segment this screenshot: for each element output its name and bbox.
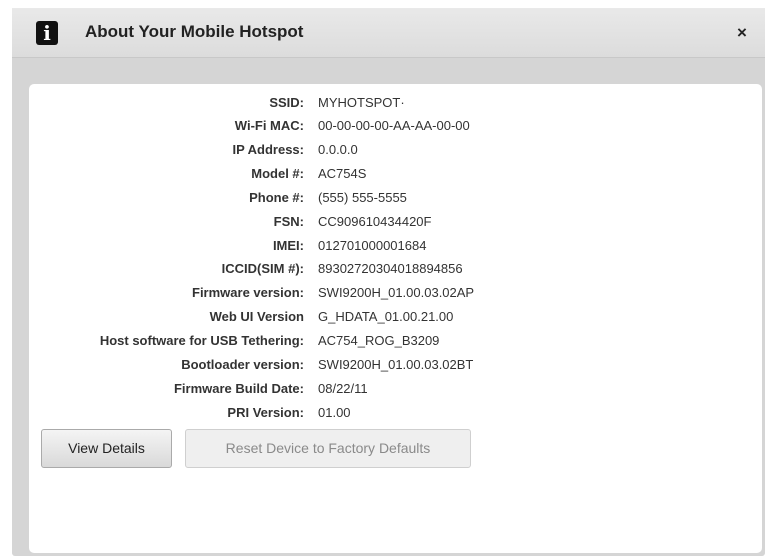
detail-label: Firmware Build Date: <box>173 381 304 396</box>
detail-value: SWI9200H_01.00.03.02BT <box>318 357 474 372</box>
detail-row-firmware-build-date: Firmware Build Date: 08/22/11 <box>29 378 762 400</box>
detail-label: SSID: <box>269 95 304 110</box>
dialog-titlebar: i About Your Mobile Hotspot × <box>12 8 765 58</box>
detail-row-web-ui-version: Web UI Version G_HDATA_01.00.21.00 <box>29 306 762 328</box>
detail-value: SWI9200H_01.00.03.02AP <box>318 285 475 300</box>
detail-label: IP Address: <box>232 142 304 157</box>
detail-row-ip-address: IP Address: 0.0.0.0 <box>29 139 762 161</box>
detail-value: 0.0.0.0 <box>318 142 358 157</box>
detail-label: Web UI Version <box>209 309 304 324</box>
detail-label: Host software for USB Tethering: <box>99 333 304 348</box>
detail-row-wifi-mac: Wi-Fi MAC: 00-00-00-00-AA-AA-00-00 <box>29 115 762 137</box>
detail-value: 01.00 <box>318 405 351 420</box>
detail-label: IMEI: <box>272 238 304 253</box>
detail-label: FSN: <box>273 214 304 229</box>
info-icon: i <box>36 21 58 45</box>
detail-label: Phone #: <box>249 190 304 205</box>
detail-row-pri-version: PRI Version: 01.00 <box>29 402 762 424</box>
detail-value: G_HDATA_01.00.21.00 <box>318 309 454 324</box>
view-details-button[interactable]: View Details <box>41 429 172 468</box>
detail-row-ssid: SSID: MYHOTSPOT· <box>29 92 762 114</box>
detail-row-bootloader-version: Bootloader version: SWI9200H_01.00.03.02… <box>29 354 762 376</box>
dialog-title: About Your Mobile Hotspot <box>85 22 304 41</box>
detail-value: AC754_ROG_B3209 <box>318 333 440 348</box>
detail-row-host-software: Host software for USB Tethering: AC754_R… <box>29 330 762 352</box>
detail-value: 89302720304018894856 <box>318 261 463 276</box>
detail-value: 00-00-00-00-AA-AA-00-00 <box>318 118 470 133</box>
detail-value: CC909610434420F <box>318 214 432 229</box>
detail-value: 012701000001684 <box>318 238 427 253</box>
detail-value: 08/22/11 <box>318 381 368 396</box>
detail-row-fsn: FSN: CC909610434420F <box>29 211 762 233</box>
detail-value: (555) 555-5555 <box>318 190 407 205</box>
detail-label: Firmware version: <box>192 285 304 300</box>
detail-label: Bootloader version: <box>181 357 304 372</box>
detail-row-model: Model #: AC754S <box>29 163 762 185</box>
close-icon[interactable]: × <box>737 23 747 43</box>
detail-value: AC754S <box>318 166 367 181</box>
reset-factory-defaults-button[interactable]: Reset Device to Factory Defaults <box>185 429 471 468</box>
about-hotspot-dialog: i About Your Mobile Hotspot × SSID: MYHO… <box>12 8 765 556</box>
detail-row-firmware-version: Firmware version: SWI9200H_01.00.03.02AP <box>29 282 762 304</box>
detail-label: ICCID(SIM #): <box>221 261 304 276</box>
detail-row-iccid: ICCID(SIM #): 89302720304018894856 <box>29 258 762 280</box>
detail-row-imei: IMEI: 012701000001684 <box>29 235 762 257</box>
detail-label: Wi-Fi MAC: <box>234 118 304 133</box>
detail-value: MYHOTSPOT· <box>318 95 405 110</box>
detail-label: PRI Version: <box>227 405 304 420</box>
details-panel: SSID: MYHOTSPOT· Wi-Fi MAC: 00-00-00-00-… <box>29 84 762 553</box>
detail-label: Model #: <box>251 166 304 181</box>
detail-row-phone: Phone #: (555) 555-5555 <box>29 187 762 209</box>
